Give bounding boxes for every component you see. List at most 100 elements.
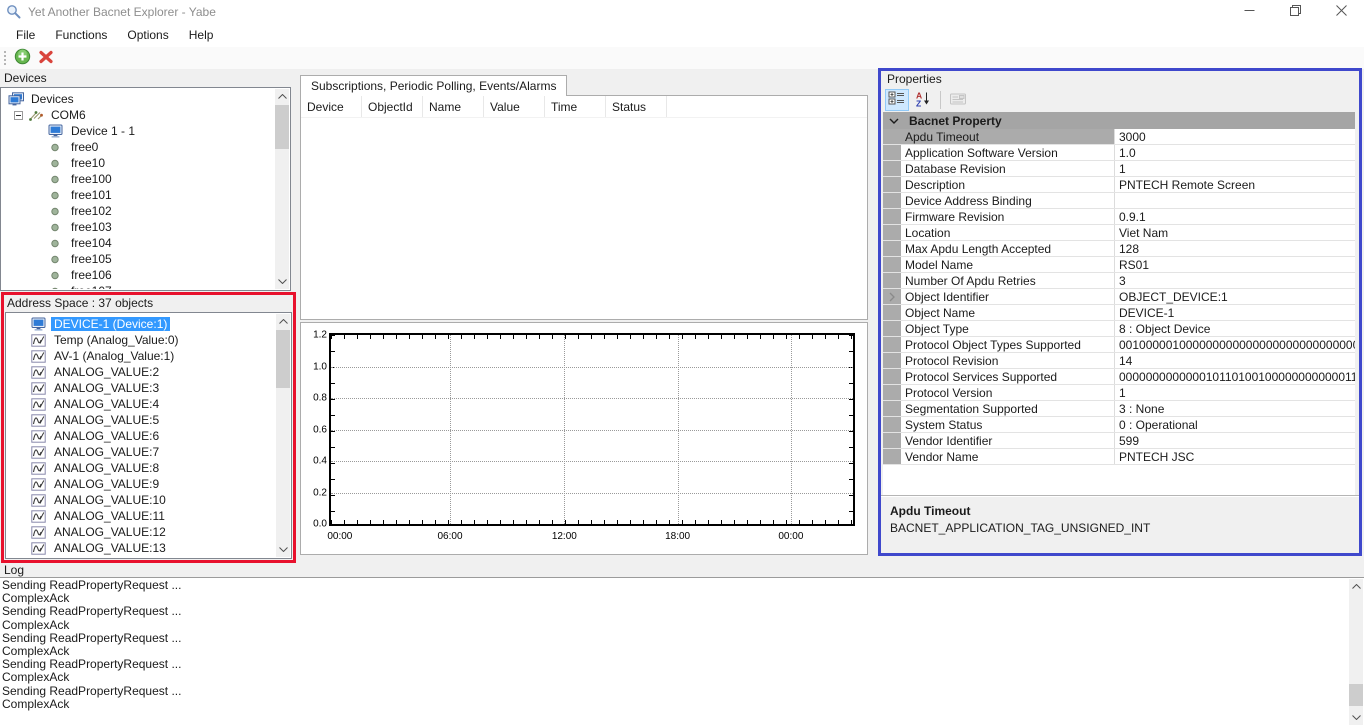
property-row[interactable]: Firmware Revision0.9.1	[883, 209, 1355, 225]
property-row[interactable]: Database Revision1	[883, 161, 1355, 177]
property-row[interactable]: Vendor Identifier599	[883, 433, 1355, 449]
property-row[interactable]: Object NameDEVICE-1	[883, 305, 1355, 321]
tree-item[interactable]: ANALOG_VALUE:9	[7, 476, 276, 492]
property-name[interactable]: Max Apdu Length Accepted	[901, 241, 1115, 256]
property-name[interactable]: Device Address Binding	[901, 193, 1115, 208]
scrollbar-thumb[interactable]	[1349, 684, 1363, 706]
property-category-row[interactable]: Bacnet Property	[883, 112, 1355, 129]
column-header-name[interactable]: Name	[423, 96, 484, 117]
add-device-button[interactable]	[11, 47, 34, 69]
categorized-button[interactable]	[885, 89, 909, 111]
property-name[interactable]: Application Software Version	[901, 145, 1115, 160]
property-value[interactable]: OBJECT_DEVICE:1	[1115, 289, 1355, 304]
property-row[interactable]: Max Apdu Length Accepted128	[883, 241, 1355, 257]
property-value[interactable]: 14	[1115, 353, 1355, 368]
property-name[interactable]: Vendor Name	[901, 449, 1115, 464]
property-value[interactable]: 3	[1115, 273, 1355, 288]
property-row[interactable]: Object IdentifierOBJECT_DEVICE:1	[883, 289, 1355, 305]
tree-item[interactable]: ANALOG_VALUE:13	[7, 540, 276, 556]
property-row[interactable]: Protocol Version1	[883, 385, 1355, 401]
toolbar-grip[interactable]	[4, 51, 6, 66]
property-name[interactable]: Vendor Identifier	[901, 433, 1115, 448]
property-name[interactable]: Firmware Revision	[901, 209, 1115, 224]
tree-item[interactable]: free10	[2, 155, 275, 171]
property-value[interactable]: 0 : Operational	[1115, 417, 1355, 432]
property-value[interactable]: RS01	[1115, 257, 1355, 272]
tree-item[interactable]: ANALOG_VALUE:4	[7, 396, 276, 412]
tree-item[interactable]: ANALOG_VALUE:6	[7, 428, 276, 444]
property-value[interactable]: 0.9.1	[1115, 209, 1355, 224]
property-value[interactable]: 1.0	[1115, 145, 1355, 160]
scroll-up-icon[interactable]	[276, 314, 290, 329]
tree-item[interactable]: ANALOG_VALUE:3	[7, 380, 276, 396]
tree-item[interactable]: free106	[2, 267, 275, 283]
tree-item[interactable]: COM6	[2, 107, 275, 123]
minimize-button[interactable]	[1226, 0, 1272, 23]
property-row[interactable]: LocationViet Nam	[883, 225, 1355, 241]
property-value[interactable]: 8 : Object Device	[1115, 321, 1355, 336]
tree-item[interactable]: free0	[2, 139, 275, 155]
scroll-down-icon[interactable]	[275, 274, 289, 289]
property-name[interactable]: Location	[901, 225, 1115, 240]
property-value[interactable]: 1	[1115, 385, 1355, 400]
sort-alphabetical-button[interactable]: AZ	[911, 89, 935, 111]
column-header-device[interactable]: Device	[301, 96, 362, 117]
property-pages-button[interactable]	[946, 89, 970, 111]
log-scrollbar[interactable]	[1349, 579, 1363, 725]
property-value[interactable]: 0010000010000000000000000000000000000000…	[1115, 337, 1355, 352]
close-button[interactable]	[1318, 0, 1364, 23]
column-header-objectid[interactable]: ObjectId	[362, 96, 423, 117]
tree-item[interactable]: Devices	[2, 91, 275, 107]
property-row[interactable]: Application Software Version1.0	[883, 145, 1355, 161]
menu-item-help[interactable]: Help	[179, 24, 224, 46]
tree-item[interactable]: AV-1 (Analog_Value:1)	[7, 348, 276, 364]
tree-item[interactable]: Temp (Analog_Value:0)	[7, 332, 276, 348]
tab-subscriptions[interactable]: Subscriptions, Periodic Polling, Events/…	[300, 75, 567, 96]
collapse-toggle-icon[interactable]	[14, 111, 25, 120]
column-header-time[interactable]: Time	[545, 96, 606, 117]
property-value[interactable]: 128	[1115, 241, 1355, 256]
column-header-value[interactable]: Value	[484, 96, 545, 117]
property-name[interactable]: Model Name	[901, 257, 1115, 272]
property-value[interactable]: 3000	[1115, 129, 1355, 144]
tree-item[interactable]: free102	[2, 203, 275, 219]
tree-item[interactable]: DEVICE-1 (Device:1)	[7, 316, 276, 332]
property-row[interactable]: DescriptionPNTECH Remote Screen	[883, 177, 1355, 193]
property-value[interactable]: Viet Nam	[1115, 225, 1355, 240]
property-name[interactable]: Protocol Version	[901, 385, 1115, 400]
property-name[interactable]: System Status	[901, 417, 1115, 432]
property-row[interactable]: Model NameRS01	[883, 257, 1355, 273]
tree-item[interactable]: ANALOG_VALUE:2	[7, 364, 276, 380]
menu-item-file[interactable]: File	[6, 24, 45, 46]
property-name[interactable]: Segmentation Supported	[901, 401, 1115, 416]
property-row[interactable]: Protocol Revision14	[883, 353, 1355, 369]
property-name[interactable]: Object Identifier	[901, 289, 1115, 304]
tree-item[interactable]: free100	[2, 171, 275, 187]
property-name[interactable]: Protocol Object Types Supported	[901, 337, 1115, 352]
tree-item[interactable]: free101	[2, 187, 275, 203]
column-header-status[interactable]: Status	[606, 96, 667, 117]
property-row[interactable]: Segmentation Supported3 : None	[883, 401, 1355, 417]
scrollbar-thumb[interactable]	[275, 105, 289, 149]
property-row[interactable]: Protocol Services Supported0000000000000…	[883, 369, 1355, 385]
property-row[interactable]: Vendor NamePNTECH JSC	[883, 449, 1355, 465]
property-name[interactable]: Object Name	[901, 305, 1115, 320]
property-value[interactable]	[1115, 193, 1355, 208]
tree-item[interactable]: free103	[2, 219, 275, 235]
address-scrollbar[interactable]	[276, 314, 290, 557]
property-value[interactable]: 599	[1115, 433, 1355, 448]
scroll-down-icon[interactable]	[276, 542, 290, 557]
property-name[interactable]: Protocol Services Supported	[901, 369, 1115, 384]
tree-item[interactable]: free105	[2, 251, 275, 267]
property-row[interactable]: Number Of Apdu Retries3	[883, 273, 1355, 289]
tree-item[interactable]: ANALOG_VALUE:12	[7, 524, 276, 540]
tree-item[interactable]: ANALOG_VALUE:7	[7, 444, 276, 460]
property-name[interactable]: Object Type	[901, 321, 1115, 336]
property-row[interactable]: Device Address Binding	[883, 193, 1355, 209]
property-name[interactable]: Description	[901, 177, 1115, 192]
property-value[interactable]: PNTECH JSC	[1115, 449, 1355, 464]
restore-button[interactable]	[1272, 0, 1318, 23]
property-value[interactable]: 1	[1115, 161, 1355, 176]
tree-item[interactable]: ANALOG_VALUE:8	[7, 460, 276, 476]
tree-item[interactable]: ANALOG_VALUE:10	[7, 492, 276, 508]
